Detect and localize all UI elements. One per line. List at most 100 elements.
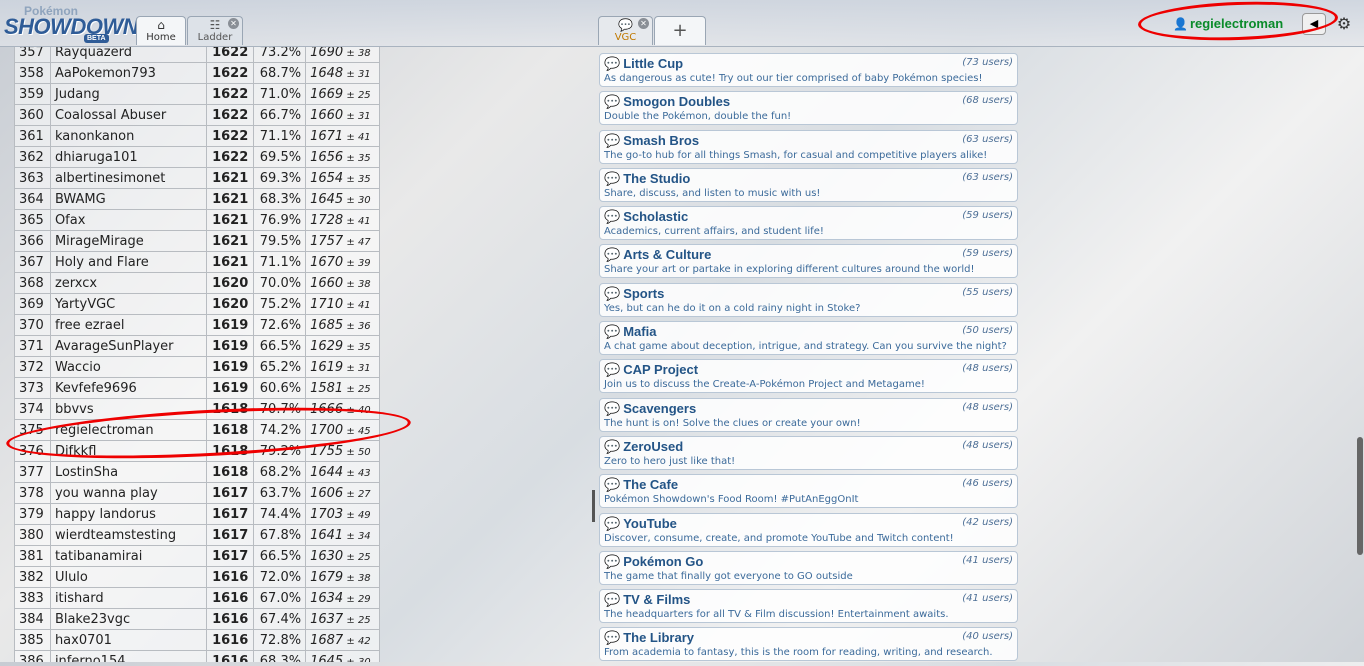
tab-home[interactable]: ⌂ Home	[136, 16, 186, 45]
room-entry[interactable]: 💬 Arts & Culture (59 users) Share your art …	[599, 244, 1018, 279]
glicko-deviation-value: 38	[357, 278, 371, 290]
room-entry[interactable]: 💬 Pokémon Go (41 users) The game that final…	[599, 550, 1018, 585]
gxe-cell: 69.5%	[253, 146, 307, 168]
room-entry[interactable]: 💬 The Cafe (46 users) Pokémon Showdown's Fo…	[599, 474, 1018, 509]
username-cell[interactable]: zerxcx	[49, 272, 208, 294]
username-cell[interactable]: free ezrael	[49, 314, 208, 336]
username-cell[interactable]: wierdteamstesting	[49, 524, 208, 546]
username-cell[interactable]: Blake23vgc	[49, 608, 208, 630]
room-title[interactable]: 💬 The Studio	[604, 171, 690, 187]
glicko-value: 1619	[310, 359, 344, 375]
username-cell[interactable]: LostinSha	[49, 461, 208, 483]
glicko-cell: 1728 ± 41	[305, 209, 380, 231]
table-row: 360 Coalossal Abuser 1622 66.7% 1660 ± 31	[14, 104, 380, 126]
new-tab-button[interactable]: +	[654, 16, 706, 45]
room-title[interactable]: 💬 ZeroUsed	[604, 439, 683, 455]
username-cell[interactable]: AvarageSunPlayer	[49, 335, 208, 357]
tab-vgc[interactable]: 💬 VGC ✕	[598, 16, 653, 45]
room-user-count: (48 users)	[962, 401, 1013, 413]
room-entry[interactable]: 💬 Scholastic (59 users) Academics, current …	[599, 206, 1018, 241]
close-icon[interactable]: ✕	[638, 18, 649, 29]
room-title[interactable]: 💬 Sports	[604, 286, 664, 302]
room-title[interactable]: 💬 Smogon Doubles	[604, 94, 730, 110]
room-title-text: Mafia	[623, 324, 657, 340]
gxe-cell: 72.6%	[253, 314, 307, 336]
username-cell[interactable]: you wanna play	[49, 482, 208, 504]
room-title[interactable]: 💬 TV & Films	[604, 592, 690, 608]
room-title[interactable]: 💬 Pokémon Go	[604, 554, 703, 570]
logo-beta-badge: BETA	[84, 34, 109, 43]
room-user-count: (59 users)	[962, 210, 1013, 222]
username-cell[interactable]: YartyVGC	[49, 293, 208, 315]
room-title[interactable]: 💬 The Cafe	[604, 477, 678, 493]
room-title-text: TV & Films	[623, 592, 691, 608]
room-title[interactable]: 💬 Smash Bros	[604, 133, 699, 149]
room-title[interactable]: 💬 Mafia	[604, 324, 656, 340]
tab-ladder[interactable]: ☷ Ladder ✕	[187, 16, 243, 45]
table-row: 366 MirageMirage 1621 79.5% 1757 ± 47	[14, 230, 380, 252]
username-cell[interactable]: albertinesimonet	[49, 167, 208, 189]
username-cell[interactable]: AaPokemon793	[49, 62, 208, 84]
room-title[interactable]: 💬 Arts & Culture	[604, 247, 711, 263]
username-cell[interactable]: dhiaruga101	[49, 146, 208, 168]
username-cell[interactable]: Judang	[49, 83, 208, 105]
glicko-deviation: ± 35	[343, 152, 371, 164]
elo-cell: 1616	[206, 566, 255, 588]
username-cell[interactable]: Coalossal Abuser	[49, 104, 208, 126]
username-cell[interactable]: Waccio	[49, 356, 208, 378]
elo-cell: 1616	[206, 587, 255, 609]
room-entry[interactable]: 💬 Mafia (50 users) A chat game about decept…	[599, 321, 1018, 356]
username-cell[interactable]: itishard	[49, 587, 208, 609]
username-cell[interactable]: Kevfefe9696	[49, 377, 208, 399]
room-title[interactable]: 💬 Little Cup	[604, 56, 683, 72]
room-entry[interactable]: 💬 Sports (55 users) Yes, but can he do it o…	[599, 282, 1018, 317]
glicko-value: 1648	[310, 65, 344, 81]
room-entry[interactable]: 💬 YouTube (42 users) Discover, consume, cre…	[599, 512, 1018, 547]
username-cell[interactable]: MirageMirage	[49, 230, 208, 252]
room-user-count: (68 users)	[962, 95, 1013, 107]
room-entry[interactable]: 💬 Little Cup (73 users) As dangerous as cut…	[599, 53, 1018, 87]
username-cell[interactable]: kanonkanon	[49, 125, 208, 147]
username-cell[interactable]: Holy and Flare	[49, 251, 208, 273]
glicko-value: 1606	[310, 485, 344, 501]
room-entry[interactable]: 💬 Smash Bros (63 users) The go-to hub for a…	[599, 129, 1018, 164]
username-cell[interactable]: BWAMG	[49, 188, 208, 210]
room-entry[interactable]: 💬 Smogon Doubles (68 users) Double the Poké…	[599, 91, 1018, 126]
username-cell[interactable]: Ululo	[49, 566, 208, 588]
table-row: 359 Judang 1622 71.0% 1669 ± 25	[14, 83, 380, 105]
room-entry[interactable]: 💬 The Studio (63 users) Share, discuss, and…	[599, 167, 1018, 202]
username-cell[interactable]: inferno154	[49, 650, 208, 662]
username-cell[interactable]: hax0701	[49, 629, 208, 651]
room-entry[interactable]: 💬 CAP Project (48 users) Join us to discuss…	[599, 359, 1018, 394]
rank-cell: 362	[14, 146, 51, 168]
close-icon[interactable]: ✕	[228, 18, 239, 29]
username-cell[interactable]: Ofax	[49, 209, 208, 231]
username-cell[interactable]: happy landorus	[49, 503, 208, 525]
gxe-cell: 74.4%	[253, 503, 307, 525]
rank-cell: 369	[14, 293, 51, 315]
glicko-deviation: ± 25	[343, 89, 371, 101]
glicko-deviation: ± 39	[343, 257, 371, 269]
rank-cell: 385	[14, 629, 51, 651]
room-title[interactable]: 💬 Scavengers	[604, 401, 696, 417]
room-entry[interactable]: 💬 ZeroUsed (48 users) Zero to hero just lik…	[599, 435, 1018, 470]
glicko-cell: 1669 ± 25	[305, 83, 380, 105]
room-list: 💬 Little Cup (73 users) As dangerous as cut…	[599, 53, 1018, 666]
scrollbar-thumb[interactable]	[1357, 437, 1363, 555]
room-title[interactable]: 💬 YouTube	[604, 516, 677, 532]
room-entry[interactable]: 💬 The Library (40 users) From academia to f…	[599, 627, 1018, 662]
room-entry[interactable]: 💬 Scavengers (48 users) The hunt is on! Sol…	[599, 397, 1018, 432]
room-title[interactable]: 💬 The Library	[604, 630, 694, 646]
room-entry[interactable]: 💬 TV & Films (41 users) The headquarters fo…	[599, 589, 1018, 624]
room-title[interactable]: 💬 CAP Project	[604, 362, 698, 378]
elo-cell: 1620	[206, 272, 255, 294]
panel-resize-handle[interactable]	[592, 490, 595, 522]
showdown-logo[interactable]: Pokémon SHOWDOWN BETA	[4, 4, 139, 44]
room-title[interactable]: 💬 Scholastic	[604, 209, 688, 225]
username-cell[interactable]: Rayquazerd	[49, 47, 208, 63]
glicko-deviation: ± 43	[343, 467, 371, 479]
room-title-text: Scavengers	[623, 400, 697, 416]
gxe-cell: 63.7%	[253, 482, 307, 504]
room-description: Pokémon Showdown's Food Room! #PutAnEggO…	[604, 494, 859, 506]
username-cell[interactable]: tatibanamirai	[49, 545, 208, 567]
